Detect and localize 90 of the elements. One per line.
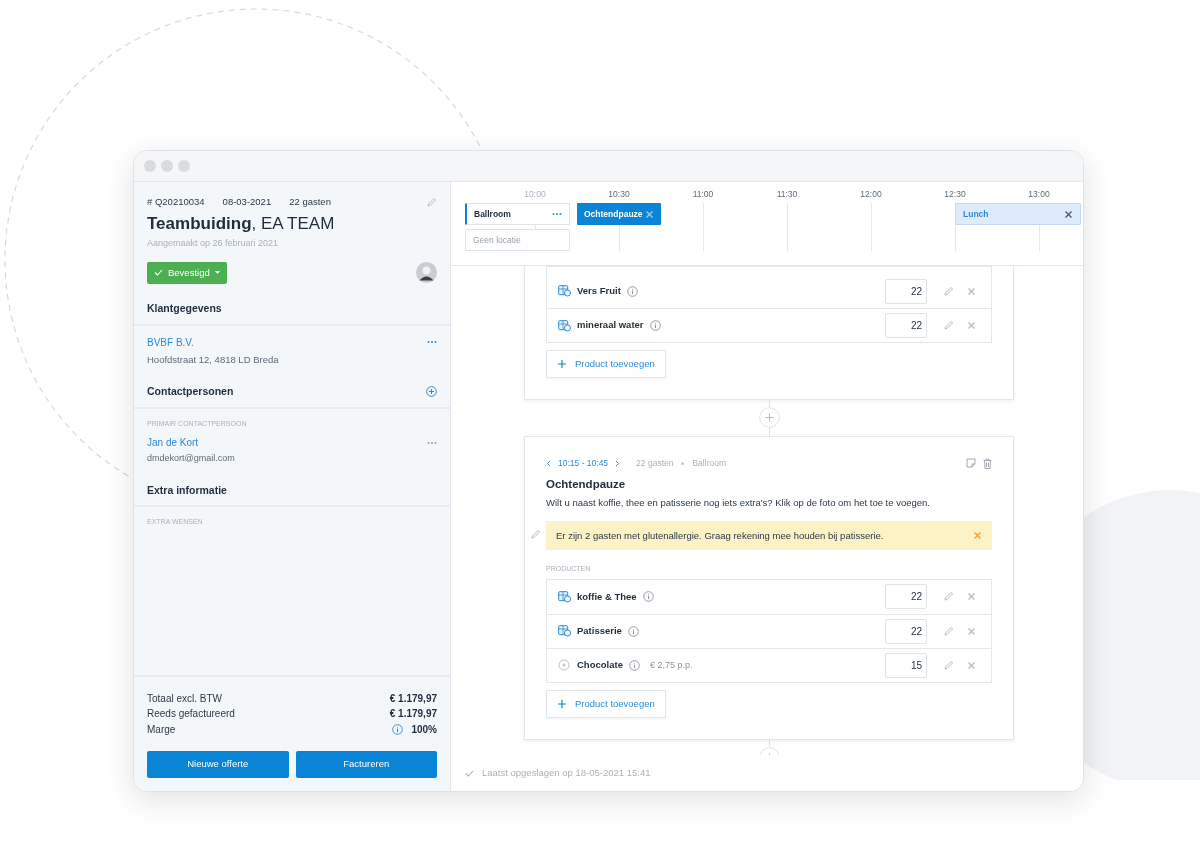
avatar[interactable] — [416, 262, 437, 284]
event-block[interactable]: Lunch — [955, 203, 1081, 225]
event-label: Lunch — [963, 207, 989, 221]
plus-icon — [557, 698, 567, 709]
chevron-right-icon[interactable] — [615, 459, 621, 467]
pencil-icon[interactable] — [943, 320, 954, 331]
total-label: Marge — [147, 722, 176, 737]
close-icon[interactable] — [1064, 209, 1073, 219]
guest-count: 22 gasten — [636, 457, 674, 470]
trash-icon[interactable] — [983, 457, 992, 469]
card-title: Ochtendpauze — [546, 476, 627, 492]
card-description: Wilt u naast koffie, thee en patisserie nog iets extra's? Klik op de foto om het toe te voegen. — [546, 496, 931, 510]
package-icon — [558, 319, 571, 332]
note-icon[interactable] — [966, 458, 976, 469]
time-range[interactable]: 10:15 - 10:45 — [558, 457, 609, 470]
time-label: 12:30 — [943, 188, 967, 201]
time-label: 10:30 — [607, 188, 631, 201]
pencil-icon[interactable] — [943, 285, 954, 297]
guest-count: 22 gasten — [289, 195, 331, 209]
add-product-button[interactable]: Product toevoegen — [546, 689, 666, 718]
quantity-field[interactable]: 22 — [885, 313, 927, 338]
pencil-icon[interactable] — [530, 529, 541, 541]
quantity-field[interactable]: 22 — [885, 584, 927, 610]
new-quote-button[interactable]: Nieuwe offerte — [147, 751, 289, 778]
check-icon — [465, 769, 474, 777]
product-name: Vers Fruit — [577, 283, 621, 298]
event-label: Ochtendpauze — [584, 207, 643, 221]
package-icon — [558, 590, 571, 603]
contact-link[interactable]: Jan de Kort — [147, 435, 199, 450]
more-icon[interactable] — [427, 440, 437, 445]
note-text: Er zijn 2 gasten met glutenallergie. Graag rekening mee houden bij patisserie. — [556, 528, 884, 543]
total-label: Totaal excl. BTW — [147, 691, 223, 706]
product-price: € 2,75 p.p. — [649, 658, 693, 672]
event-block[interactable]: Ochtendpauze — [577, 203, 661, 225]
quantity-field[interactable]: 22 — [885, 278, 927, 304]
section-heading: Extra informatie — [147, 482, 227, 498]
event-label: Ballroom — [474, 207, 511, 221]
caret-icon — [214, 271, 220, 275]
status-dropdown[interactable]: Bevestigd — [147, 261, 227, 284]
product-name: mineraal water — [577, 318, 644, 333]
chevron-left-icon[interactable] — [546, 459, 551, 467]
created-date: Aangemaakt op 26 februari 2021 — [147, 237, 280, 251]
room-name: Ballroom — [692, 457, 726, 470]
plus-icon — [557, 359, 567, 369]
pencil-icon[interactable] — [943, 591, 954, 603]
info-icon[interactable] — [642, 591, 654, 603]
product-name: Patisserie — [577, 624, 622, 639]
product-name: koffie & Thee — [577, 589, 637, 604]
info-icon[interactable] — [626, 285, 638, 297]
total-value: € 1.179,97 — [389, 707, 437, 722]
contact-email: dmdekort@gmail.com — [147, 452, 236, 465]
quantity-field[interactable]: 22 — [885, 618, 927, 644]
pencil-icon[interactable] — [943, 659, 954, 671]
info-icon[interactable] — [628, 659, 640, 671]
customer-address: Hoofdstraat 12, 4818 LD Breda — [147, 352, 280, 367]
section-heading: Klantgegevens — [147, 300, 222, 316]
time-label: 13:00 — [1027, 188, 1051, 201]
circle-icon — [558, 659, 571, 672]
quote-date: 08-03-2021 — [222, 195, 272, 209]
info-icon[interactable] — [649, 320, 661, 331]
total-value: € 1.179,97 — [389, 691, 437, 706]
event-block[interactable]: Geen locatie — [465, 229, 570, 251]
total-value: 100% — [411, 722, 437, 737]
add-step-button[interactable] — [758, 407, 780, 428]
quantity-field[interactable]: 15 — [885, 652, 927, 678]
time-label: 11:00 — [691, 188, 715, 201]
pencil-icon[interactable] — [943, 625, 954, 637]
time-label: 12:00 — [859, 188, 883, 201]
invoice-button[interactable]: Factureren — [295, 751, 437, 778]
package-icon — [558, 285, 571, 297]
add-circle-icon[interactable] — [426, 386, 437, 398]
total-label: Reeds gefactureerd — [147, 707, 235, 722]
info-icon[interactable] — [627, 625, 639, 637]
time-label: 11:30 — [775, 188, 799, 201]
product-name: Chocolate — [577, 658, 623, 673]
more-icon[interactable] — [552, 212, 562, 216]
pencil-icon[interactable] — [426, 196, 437, 208]
info-icon[interactable] — [392, 723, 404, 735]
customer-link[interactable]: BVBF B.V. — [147, 334, 194, 350]
event-block[interactable]: Ballroom — [465, 203, 570, 225]
more-icon[interactable] — [427, 340, 437, 344]
quote-number: # Q20210034 — [147, 195, 205, 209]
package-icon — [558, 625, 571, 638]
check-icon — [154, 269, 163, 277]
event-label: Geen locatie — [473, 233, 521, 247]
time-label: 10:00 — [523, 188, 547, 201]
quote-title: Teambuiding, EA TEAM — [147, 213, 336, 236]
save-status: Laatst opgeslagen op 18-05-2021 15:41 — [482, 765, 651, 780]
add-product-button[interactable]: Product toevoegen — [546, 350, 666, 378]
section-heading: Contactpersonen — [147, 383, 234, 399]
